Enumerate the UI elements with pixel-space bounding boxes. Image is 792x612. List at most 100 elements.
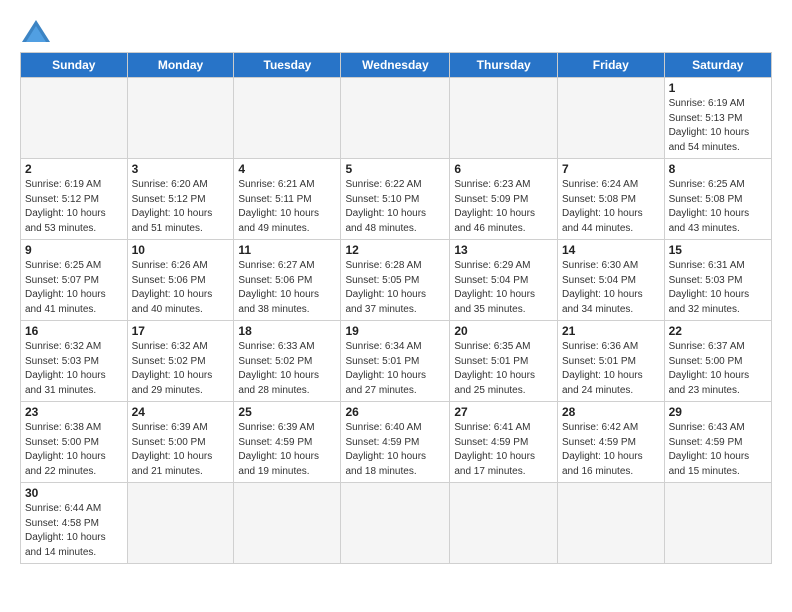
calendar-day-cell: 27 Sunrise: 6:41 AM Sunset: 4:59 PM Dayli…	[450, 402, 558, 483]
calendar-day-header: Monday	[127, 53, 234, 78]
day-info: Sunrise: 6:36 AM Sunset: 5:01 PM Dayligh…	[562, 340, 660, 398]
day-info: Sunrise: 6:19 AM Sunset: 5:12 PM Dayligh…	[25, 178, 123, 236]
day-info: Sunrise: 6:37 AM Sunset: 5:00 PM Dayligh…	[669, 340, 767, 398]
day-info: Sunrise: 6:34 AM Sunset: 5:01 PM Dayligh…	[345, 340, 445, 398]
calendar-day-header: Sunday	[21, 53, 128, 78]
day-number: 10	[132, 243, 230, 257]
day-number: 30	[25, 486, 123, 500]
day-number: 7	[562, 162, 660, 176]
calendar-day-cell: 5 Sunrise: 6:22 AM Sunset: 5:10 PM Daylig…	[341, 159, 450, 240]
calendar-day-cell	[341, 78, 450, 159]
day-info: Sunrise: 6:39 AM Sunset: 5:00 PM Dayligh…	[132, 421, 230, 479]
calendar-day-cell: 29 Sunrise: 6:43 AM Sunset: 4:59 PM Dayli…	[664, 402, 771, 483]
day-number: 25	[238, 405, 336, 419]
day-info: Sunrise: 6:25 AM Sunset: 5:07 PM Dayligh…	[25, 259, 123, 317]
logo-icon	[22, 20, 50, 42]
day-info: Sunrise: 6:40 AM Sunset: 4:59 PM Dayligh…	[345, 421, 445, 479]
calendar-day-cell	[558, 78, 665, 159]
calendar-day-cell: 26 Sunrise: 6:40 AM Sunset: 4:59 PM Dayli…	[341, 402, 450, 483]
calendar-day-cell: 16 Sunrise: 6:32 AM Sunset: 5:03 PM Dayli…	[21, 321, 128, 402]
day-number: 29	[669, 405, 767, 419]
calendar-week-row: 23 Sunrise: 6:38 AM Sunset: 5:00 PM Dayli…	[21, 402, 772, 483]
day-info: Sunrise: 6:32 AM Sunset: 5:02 PM Dayligh…	[132, 340, 230, 398]
day-number: 23	[25, 405, 123, 419]
calendar-day-cell: 19Sunrise: 6:34 AM Sunset: 5:01 PM Dayli…	[341, 321, 450, 402]
calendar-day-cell: 15Sunrise: 6:31 AM Sunset: 5:03 PM Dayli…	[664, 240, 771, 321]
day-info: Sunrise: 6:42 AM Sunset: 4:59 PM Dayligh…	[562, 421, 660, 479]
calendar-day-header: Tuesday	[234, 53, 341, 78]
calendar-day-cell: 1 Sunrise: 6:19 AM Sunset: 5:13 PM Daylig…	[664, 78, 771, 159]
day-info: Sunrise: 6:22 AM Sunset: 5:10 PM Dayligh…	[345, 178, 445, 236]
day-info: Sunrise: 6:39 AM Sunset: 4:59 PM Dayligh…	[238, 421, 336, 479]
day-number: 11	[238, 243, 336, 257]
calendar-day-cell: 22 Sunrise: 6:37 AM Sunset: 5:00 PM Dayli…	[664, 321, 771, 402]
day-number: 17	[132, 324, 230, 338]
day-info: Sunrise: 6:30 AM Sunset: 5:04 PM Dayligh…	[562, 259, 660, 317]
day-info: Sunrise: 6:20 AM Sunset: 5:12 PM Dayligh…	[132, 178, 230, 236]
day-number: 22	[669, 324, 767, 338]
page: SundayMondayTuesdayWednesdayThursdayFrid…	[0, 0, 792, 612]
calendar-week-row: 9 Sunrise: 6:25 AM Sunset: 5:07 PM Daylig…	[21, 240, 772, 321]
calendar-week-row: 2Sunrise: 6:19 AM Sunset: 5:12 PM Daylig…	[21, 159, 772, 240]
day-info: Sunrise: 6:38 AM Sunset: 5:00 PM Dayligh…	[25, 421, 123, 479]
day-info: Sunrise: 6:31 AM Sunset: 5:03 PM Dayligh…	[669, 259, 767, 317]
day-info: Sunrise: 6:25 AM Sunset: 5:08 PM Dayligh…	[669, 178, 767, 236]
day-number: 16	[25, 324, 123, 338]
day-info: Sunrise: 6:32 AM Sunset: 5:03 PM Dayligh…	[25, 340, 123, 398]
day-info: Sunrise: 6:35 AM Sunset: 5:01 PM Dayligh…	[454, 340, 553, 398]
calendar-day-cell	[127, 483, 234, 564]
calendar-day-cell	[450, 78, 558, 159]
day-number: 14	[562, 243, 660, 257]
calendar-day-header: Wednesday	[341, 53, 450, 78]
calendar-week-row: 1 Sunrise: 6:19 AM Sunset: 5:13 PM Daylig…	[21, 78, 772, 159]
day-number: 5	[345, 162, 445, 176]
calendar-day-cell: 20Sunrise: 6:35 AM Sunset: 5:01 PM Dayli…	[450, 321, 558, 402]
calendar-day-cell	[450, 483, 558, 564]
day-info: Sunrise: 6:24 AM Sunset: 5:08 PM Dayligh…	[562, 178, 660, 236]
header	[20, 16, 772, 42]
day-info: Sunrise: 6:41 AM Sunset: 4:59 PM Dayligh…	[454, 421, 553, 479]
calendar-week-row: 30 Sunrise: 6:44 AM Sunset: 4:58 PM Dayli…	[21, 483, 772, 564]
calendar-day-cell	[234, 483, 341, 564]
calendar-day-cell: 23 Sunrise: 6:38 AM Sunset: 5:00 PM Dayli…	[21, 402, 128, 483]
calendar-day-cell	[341, 483, 450, 564]
calendar-day-cell: 11Sunrise: 6:27 AM Sunset: 5:06 PM Dayli…	[234, 240, 341, 321]
day-number: 21	[562, 324, 660, 338]
calendar-day-cell: 24 Sunrise: 6:39 AM Sunset: 5:00 PM Dayli…	[127, 402, 234, 483]
day-number: 26	[345, 405, 445, 419]
day-info: Sunrise: 6:26 AM Sunset: 5:06 PM Dayligh…	[132, 259, 230, 317]
day-number: 27	[454, 405, 553, 419]
calendar-day-cell	[127, 78, 234, 159]
calendar-table: SundayMondayTuesdayWednesdayThursdayFrid…	[20, 52, 772, 564]
day-info: Sunrise: 6:44 AM Sunset: 4:58 PM Dayligh…	[25, 502, 123, 560]
calendar-day-cell: 10 Sunrise: 6:26 AM Sunset: 5:06 PM Dayli…	[127, 240, 234, 321]
day-number: 9	[25, 243, 123, 257]
logo	[20, 16, 50, 42]
calendar-header-row: SundayMondayTuesdayWednesdayThursdayFrid…	[21, 53, 772, 78]
day-number: 1	[669, 81, 767, 95]
day-info: Sunrise: 6:19 AM Sunset: 5:13 PM Dayligh…	[669, 97, 767, 155]
day-number: 8	[669, 162, 767, 176]
calendar-day-cell	[664, 483, 771, 564]
calendar-day-cell: 9 Sunrise: 6:25 AM Sunset: 5:07 PM Daylig…	[21, 240, 128, 321]
calendar-day-cell	[21, 78, 128, 159]
calendar-day-cell: 3Sunrise: 6:20 AM Sunset: 5:12 PM Daylig…	[127, 159, 234, 240]
day-number: 24	[132, 405, 230, 419]
calendar-day-cell: 21 Sunrise: 6:36 AM Sunset: 5:01 PM Dayli…	[558, 321, 665, 402]
calendar-day-cell: 14 Sunrise: 6:30 AM Sunset: 5:04 PM Dayli…	[558, 240, 665, 321]
day-number: 12	[345, 243, 445, 257]
calendar-day-cell: 7 Sunrise: 6:24 AM Sunset: 5:08 PM Daylig…	[558, 159, 665, 240]
calendar-day-cell: 17 Sunrise: 6:32 AM Sunset: 5:02 PM Dayli…	[127, 321, 234, 402]
calendar-day-header: Saturday	[664, 53, 771, 78]
calendar-day-cell: 30 Sunrise: 6:44 AM Sunset: 4:58 PM Dayli…	[21, 483, 128, 564]
calendar-week-row: 16 Sunrise: 6:32 AM Sunset: 5:03 PM Dayli…	[21, 321, 772, 402]
calendar-day-cell: 13Sunrise: 6:29 AM Sunset: 5:04 PM Dayli…	[450, 240, 558, 321]
day-number: 4	[238, 162, 336, 176]
calendar-day-header: Thursday	[450, 53, 558, 78]
day-number: 28	[562, 405, 660, 419]
calendar-day-cell: 4Sunrise: 6:21 AM Sunset: 5:11 PM Daylig…	[234, 159, 341, 240]
day-number: 6	[454, 162, 553, 176]
calendar-day-cell: 12Sunrise: 6:28 AM Sunset: 5:05 PM Dayli…	[341, 240, 450, 321]
day-info: Sunrise: 6:43 AM Sunset: 4:59 PM Dayligh…	[669, 421, 767, 479]
calendar-day-cell: 28 Sunrise: 6:42 AM Sunset: 4:59 PM Dayli…	[558, 402, 665, 483]
